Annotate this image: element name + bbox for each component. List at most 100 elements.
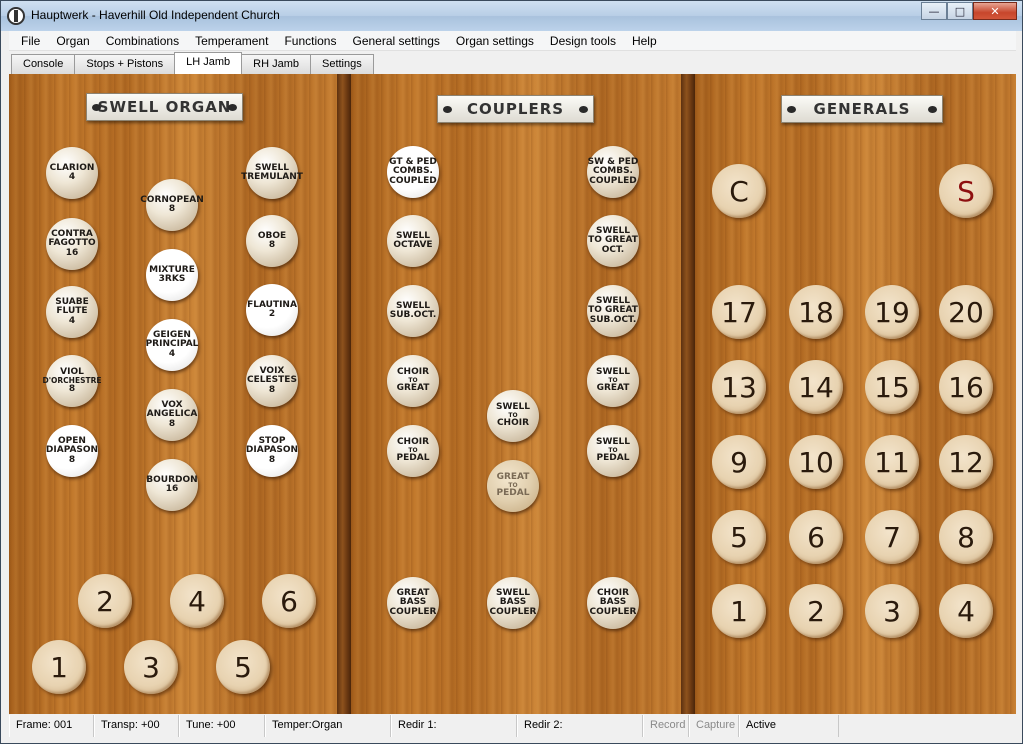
swell-piston-2[interactable]: 2	[78, 574, 132, 628]
tab-stops-pistons[interactable]: Stops + Pistons	[74, 54, 176, 74]
minimize-icon[interactable]: —	[921, 2, 947, 20]
swell-stop-contra-fagotto-16[interactable]: CONTRA FAGOTTO 16	[46, 218, 98, 270]
general-piston-11[interactable]: 11	[865, 435, 919, 489]
maximize-icon[interactable]: □	[947, 2, 973, 20]
status-temperament: Temper:Organ	[265, 715, 391, 737]
general-piston-3[interactable]: 3	[865, 584, 919, 638]
menu-general-settings[interactable]: General settings	[344, 31, 447, 51]
general-piston-14[interactable]: 14	[789, 360, 843, 414]
status-capture[interactable]: Capture	[689, 715, 739, 737]
coupler-stop-sw-ped-combs-coupled[interactable]: SW & PED COMBS. COUPLED	[587, 146, 639, 198]
menu-file[interactable]: File	[13, 31, 48, 51]
menu-combinations[interactable]: Combinations	[98, 31, 187, 51]
swell-stop-geigen-principal-4[interactable]: GEIGEN PRINCIPAL 4	[146, 319, 198, 371]
stop-label-line: 4	[68, 315, 76, 326]
swell-piston-5[interactable]: 5	[216, 640, 270, 694]
general-piston-5[interactable]: 5	[712, 510, 766, 564]
coupler-stop-swell-to-choir[interactable]: SWELL TO CHOIR	[487, 390, 539, 442]
coupler-stop-swell-to-great[interactable]: SWELL TO GREAT	[587, 355, 639, 407]
stop-label-line: 16	[65, 247, 79, 258]
stop-label-line: SUB.OCT.	[389, 310, 437, 320]
coupler-stop-swell-to-pedal[interactable]: SWELL TO PEDAL	[587, 425, 639, 477]
coupler-stop-great-to-pedal[interactable]: GREAT TO PEDAL	[487, 460, 539, 512]
swell-stop-suabe-flute-4[interactable]: SUABE FLUTE 4	[46, 286, 98, 338]
stop-label-line: 8	[168, 418, 176, 429]
menu-temperament[interactable]: Temperament	[187, 31, 276, 51]
general-piston-6[interactable]: 6	[789, 510, 843, 564]
general-piston-4[interactable]: 4	[939, 584, 993, 638]
swell-stop-oboe-8[interactable]: OBOE 8	[246, 215, 298, 267]
general-piston-2[interactable]: 2	[789, 584, 843, 638]
stop-label-line: OCT.	[601, 244, 625, 255]
screw-icon	[787, 106, 796, 113]
status-tune: Tune: +00	[179, 715, 265, 737]
general-piston-9[interactable]: 9	[712, 435, 766, 489]
swell-piston-1[interactable]: 1	[32, 640, 86, 694]
general-piston-16[interactable]: 16	[939, 360, 993, 414]
menu-design-tools[interactable]: Design tools	[542, 31, 624, 51]
swell-stop-cornopean-8[interactable]: CORNOPEAN 8	[140, 179, 204, 231]
general-piston-17[interactable]: 17	[712, 285, 766, 339]
coupler-stop-gt-ped-combs-coupled[interactable]: GT & PED COMBS. COUPLED	[387, 146, 439, 198]
coupler-stop-choir-to-pedal[interactable]: CHOIR TO PEDAL	[387, 425, 439, 477]
stop-label-line: 2	[268, 309, 276, 319]
general-piston-12[interactable]: 12	[939, 435, 993, 489]
general-piston-15[interactable]: 15	[865, 360, 919, 414]
stop-label-line: 4	[168, 348, 176, 359]
coupler-stop-choir-to-great[interactable]: CHOIR TO GREAT	[387, 355, 439, 407]
swell-stop-clarion-4[interactable]: CLARION 4	[46, 147, 98, 199]
screw-icon	[228, 104, 237, 111]
general-piston-18[interactable]: 18	[789, 285, 843, 339]
swell-stop-bourdon-16[interactable]: BOURDON 16	[146, 459, 198, 511]
general-piston-7[interactable]: 7	[865, 510, 919, 564]
swell-stop-stop-diapason-8[interactable]: STOP DIAPASON 8	[246, 425, 298, 477]
stop-label-line: COUPLER	[489, 606, 537, 617]
close-icon[interactable]: ✕	[973, 2, 1017, 20]
menu-organ[interactable]: Organ	[48, 31, 97, 51]
stop-label-line: 8	[268, 454, 276, 465]
stop-label-line: 8	[68, 383, 76, 394]
lh-jamb-console: SWELL ORGAN COUPLERS GENERALS CLARION 4 CO…	[9, 74, 1016, 714]
screw-icon	[443, 106, 452, 113]
tab-lh-jamb[interactable]: LH Jamb	[174, 52, 243, 74]
title-bar[interactable]: Hauptwerk - Haverhill Old Independent Ch…	[1, 1, 1022, 31]
general-piston-8[interactable]: 8	[939, 510, 993, 564]
swell-stop-flautina-2[interactable]: FLAUTINA 2	[246, 284, 298, 336]
stop-label-line: 8	[68, 454, 76, 465]
swell-stop-swell-tremulant[interactable]: SWELL TREMULANT	[241, 147, 303, 199]
menu-functions[interactable]: Functions	[276, 31, 344, 51]
general-piston-19[interactable]: 19	[865, 285, 919, 339]
swell-piston-3[interactable]: 3	[124, 640, 178, 694]
general-piston-c[interactable]: C	[712, 164, 766, 218]
coupler-stop-swell-to-great-oct[interactable]: SWELL TO GREAT OCT.	[587, 215, 639, 267]
swell-stop-vox-angelica-8[interactable]: VOX ANGELICA 8	[146, 389, 198, 441]
stop-label-line: 16	[165, 484, 179, 494]
jamb-divider	[681, 74, 695, 714]
coupler-stop-great-bass-coupler[interactable]: GREAT BASS COUPLER	[387, 577, 439, 629]
general-piston-s[interactable]: S	[939, 164, 993, 218]
general-piston-1[interactable]: 1	[712, 584, 766, 638]
swell-stop-mixture-3rks[interactable]: MIXTURE 3RKS	[146, 249, 198, 301]
menu-help[interactable]: Help	[624, 31, 665, 51]
general-piston-20[interactable]: 20	[939, 285, 993, 339]
screw-icon	[579, 106, 588, 113]
general-piston-10[interactable]: 10	[789, 435, 843, 489]
general-piston-13[interactable]: 13	[712, 360, 766, 414]
swell-piston-6[interactable]: 6	[262, 574, 316, 628]
coupler-stop-swell-sub-oct[interactable]: SWELL SUB.OCT.	[387, 285, 439, 337]
swell-stop-open-diapason-8[interactable]: OPEN DIAPASON 8	[46, 425, 98, 477]
tab-settings[interactable]: Settings	[309, 54, 374, 74]
screw-icon	[92, 104, 101, 111]
stop-label-line: COUPLED	[589, 175, 637, 186]
coupler-stop-swell-octave[interactable]: SWELL OCTAVE	[387, 215, 439, 267]
swell-piston-4[interactable]: 4	[170, 574, 224, 628]
tab-console[interactable]: Console	[11, 54, 76, 74]
swell-stop-viol-d-orchestre-8[interactable]: VIOL D'ORCHESTRE 8	[43, 355, 102, 407]
status-record[interactable]: Record	[643, 715, 689, 737]
coupler-stop-swell-bass-coupler[interactable]: SWELL BASS COUPLER	[487, 577, 539, 629]
swell-stop-voix-celestes-8[interactable]: VOIX CELESTES 8	[246, 355, 298, 407]
tab-rh-jamb[interactable]: RH Jamb	[241, 54, 311, 74]
coupler-stop-swell-to-great-sub-oct[interactable]: SWELL TO GREAT SUB.OCT.	[587, 285, 639, 337]
coupler-stop-choir-bass-coupler[interactable]: CHOIR BASS COUPLER	[587, 577, 639, 629]
menu-organ-settings[interactable]: Organ settings	[448, 31, 542, 51]
